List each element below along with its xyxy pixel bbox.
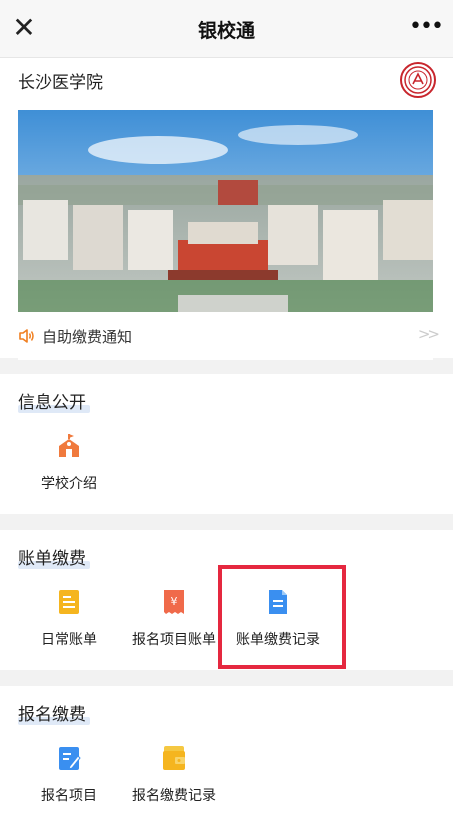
- school-name: 长沙医学院: [18, 73, 103, 93]
- section-title: 信息公开: [18, 393, 86, 413]
- section-info-disclosure: 信息公开 学校介绍: [0, 374, 453, 514]
- grid-item-label: 报名项目账单: [132, 632, 216, 648]
- speaker-icon: [18, 327, 36, 345]
- school-icon: [55, 432, 83, 460]
- grid-item-school-intro[interactable]: 学校介绍: [19, 432, 119, 512]
- section-registration-payment: 报名缴费 报名项目 报名缴费记录: [0, 686, 453, 825]
- school-logo-icon: [400, 62, 436, 98]
- more-icon[interactable]: •••: [409, 12, 444, 42]
- registration-record-icon: [160, 744, 188, 772]
- grid-item-label: 日常账单: [41, 632, 97, 648]
- section-title: 账单缴费: [18, 549, 86, 569]
- registration-bill-icon: ¥: [160, 588, 188, 616]
- top-bar: ✕ 银校通 •••: [0, 0, 453, 58]
- grid-item-label: 学校介绍: [41, 476, 97, 492]
- highlight-annotation-box: [218, 565, 346, 669]
- page-title: 银校通: [197, 20, 255, 42]
- notice-bar[interactable]: 自助缴费通知 >>: [0, 312, 453, 358]
- double-chevron-right-icon: >>: [417, 325, 440, 343]
- grid-item-daily-bill[interactable]: 日常账单: [19, 588, 119, 668]
- section-title: 报名缴费: [18, 705, 86, 725]
- svg-text:¥: ¥: [171, 595, 178, 608]
- notice-text: 自助缴费通知: [42, 328, 133, 346]
- grid-item-registration-record[interactable]: 报名缴费记录: [124, 744, 224, 824]
- grid-item-registration-bill[interactable]: ¥ 报名项目账单: [124, 588, 224, 668]
- daily-bill-icon: [55, 588, 83, 616]
- grid-item-label: 报名缴费记录: [132, 788, 216, 804]
- registration-item-icon: [55, 744, 83, 772]
- grid-item-label: 报名项目: [41, 788, 97, 804]
- grid-item-registration-item[interactable]: 报名项目: [19, 744, 119, 824]
